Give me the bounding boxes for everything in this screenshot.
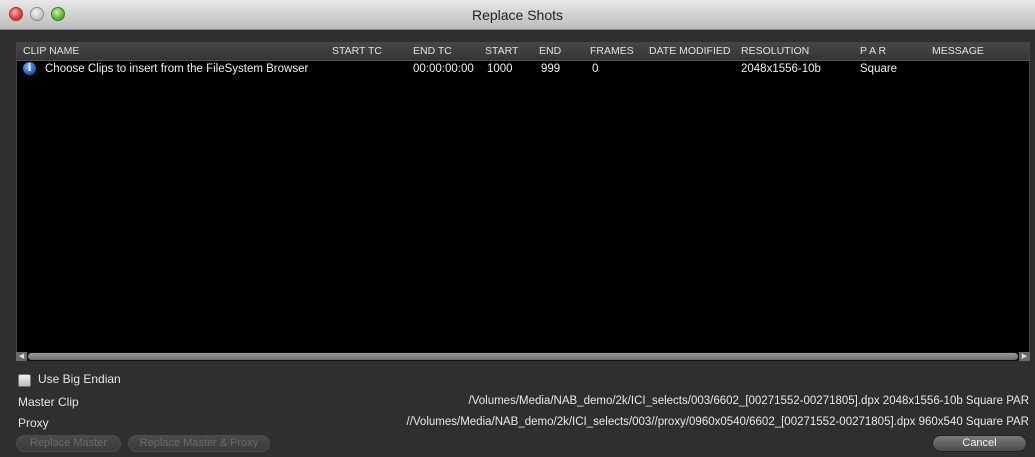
- title-bar: Replace Shots: [0, 0, 1035, 30]
- master-clip-label: Master Clip: [18, 395, 79, 409]
- cell-end: 999: [541, 63, 561, 75]
- scrollbar-thumb[interactable]: [28, 353, 1018, 360]
- info-icon: i: [23, 62, 36, 75]
- cell-par: Square: [860, 63, 898, 75]
- column-header-date-modified[interactable]: DATE MODIFIED: [649, 45, 730, 57]
- column-header-frames[interactable]: FRAMES: [590, 45, 634, 57]
- column-header-resolution[interactable]: RESOLUTION: [741, 45, 809, 57]
- use-big-endian-label: Use Big Endian: [38, 372, 121, 386]
- cell-resolution: 2048x1556-10b: [741, 63, 821, 75]
- window-title: Replace Shots: [471, 7, 564, 23]
- horizontal-scrollbar[interactable]: ◀ ▶: [16, 352, 1030, 361]
- replace-master-button[interactable]: Replace Master: [16, 435, 121, 452]
- replace-master-proxy-button[interactable]: Replace Master & Proxy: [128, 435, 270, 452]
- column-header-start-tc[interactable]: START TC: [332, 45, 382, 57]
- table-header: CLIP NAME START TC END TC START END FRAM…: [17, 43, 1029, 61]
- column-header-clip-name[interactable]: CLIP NAME: [23, 45, 79, 57]
- proxy-path: //Volumes/Media/NAB_demo/2k/ICI_selects/…: [406, 416, 1030, 428]
- master-clip-path: /Volumes/Media/NAB_demo/2k/ICI_selects/0…: [468, 395, 1029, 407]
- scroll-left-arrow-icon[interactable]: ◀: [16, 352, 27, 361]
- cancel-button[interactable]: Cancel: [932, 435, 1027, 452]
- cell-start: 1000: [487, 63, 513, 75]
- clips-table: CLIP NAME START TC END TC START END FRAM…: [16, 42, 1030, 361]
- column-header-end-tc[interactable]: END TC: [413, 45, 452, 57]
- column-header-start[interactable]: START: [485, 45, 518, 57]
- cell-frames: 0: [592, 63, 599, 75]
- column-header-message[interactable]: MESSAGE: [932, 45, 984, 57]
- dialog-body: CLIP NAME START TC END TC START END FRAM…: [0, 30, 1035, 457]
- use-big-endian-checkbox[interactable]: [18, 374, 31, 387]
- scroll-right-arrow-icon[interactable]: ▶: [1019, 352, 1030, 361]
- column-header-end[interactable]: END: [539, 45, 561, 57]
- table-row[interactable]: i Choose Clips to insert from the FileSy…: [17, 60, 1029, 79]
- cell-clip-name: Choose Clips to insert from the FileSyst…: [45, 63, 309, 75]
- cell-end-tc: 00:00:00:00: [413, 63, 474, 75]
- column-header-par[interactable]: P A R: [860, 45, 886, 57]
- proxy-label: Proxy: [18, 416, 49, 430]
